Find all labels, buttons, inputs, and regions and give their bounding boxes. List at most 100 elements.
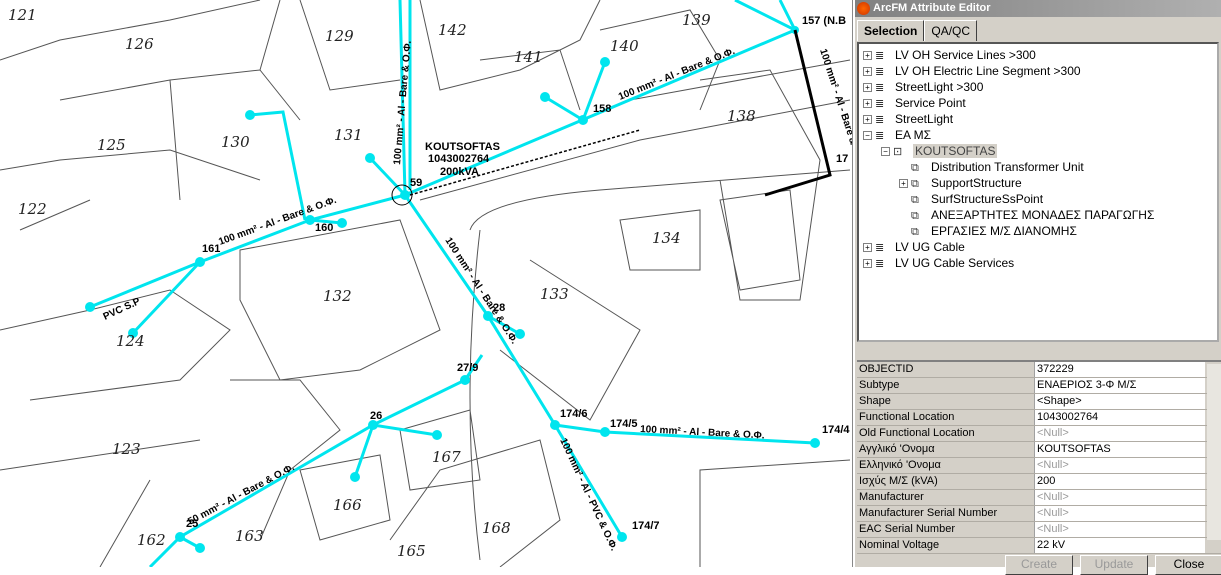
tree-node-label: ΕΡΓΑΣΙΕΣ Μ/Σ ΔΙΑΝΟΜΗΣ (931, 224, 1077, 238)
parcel-number: 132 (323, 287, 352, 305)
tree-node[interactable]: + ≣ StreetLight >300 (859, 79, 1217, 95)
attribute-value[interactable]: 372229 (1035, 362, 1205, 377)
poles (85, 26, 820, 553)
map-canvas[interactable]: 121 126 129 142 139 140 141 125 130 131 138 122 134 1… (0, 0, 853, 567)
tree-node-label: Distribution Transformer Unit (931, 160, 1084, 174)
parcel-number: 167 (432, 448, 461, 466)
parcel-number: 168 (482, 519, 511, 537)
attribute-row: Ισχύς Μ/Σ (kVA) 200 (857, 474, 1221, 490)
update-button[interactable]: Update (1080, 555, 1148, 575)
parcel-number: 163 (235, 527, 264, 545)
attribute-value[interactable]: <Null> (1035, 490, 1205, 505)
transformer-name: KOUTSOFTAS (425, 141, 500, 153)
layer-icon: ≣ (875, 81, 885, 94)
tree-node-label: StreetLight >300 (895, 80, 984, 94)
collapse-icon[interactable]: − (863, 131, 872, 141)
attribute-row: Shape <Shape> (857, 394, 1221, 410)
tree-node[interactable]: + ≣ LV UG Cable Services (859, 255, 1217, 271)
parcel-number: 129 (325, 27, 354, 45)
expand-icon[interactable]: + (863, 67, 872, 77)
relationship-icon: ⧉ (911, 177, 919, 190)
parcel-number: 131 (334, 126, 363, 144)
attribute-value[interactable]: <Null> (1035, 426, 1205, 441)
attribute-editor-panel: ArcFM Attribute Editor Selection QA/QC + ≣… (855, 0, 1221, 575)
tree-node-label: ΑΝΕΞΑΡΤΗΤΕΣ ΜΟΝΑΔΕΣ ΠΑΡΑΓΩΓΗΣ (931, 208, 1155, 222)
attribute-grid[interactable]: OBJECTID 372229 Subtype ΕΝΑΕΡΙΟΣ 3-Φ Μ/Σ Sha… (857, 360, 1221, 554)
tree-node[interactable]: + ⧉ SupportStructure (859, 175, 1217, 191)
pole-label: 174/4 (822, 424, 850, 436)
collapse-icon[interactable]: − (881, 147, 890, 157)
line-label: 100 mm² - Al - PVC & O.Φ. (557, 437, 619, 553)
tree-node[interactable]: ⧉ ΑΝΕΞΑΡΤΗΤΕΣ ΜΟΝΑΔΕΣ ΠΑΡΑΓΩΓΗΣ (859, 207, 1217, 223)
attribute-row: OBJECTID 372229 (857, 362, 1221, 378)
parcel-number: 140 (610, 37, 639, 55)
pole-label: 160 (315, 222, 333, 234)
attribute-value[interactable]: <Null> (1035, 522, 1205, 537)
attribute-name: Manufacturer (857, 490, 1035, 505)
parcel-number: 124 (116, 332, 145, 350)
pole-label: 161 (202, 243, 220, 255)
pole-label: 27/9 (457, 362, 478, 374)
tree-node-label: LV OH Service Lines >300 (895, 48, 1036, 62)
tree-node-label: SurfStructureSsPoint (931, 192, 1044, 206)
tree-node[interactable]: ⧉ SurfStructureSsPoint (859, 191, 1217, 207)
parcel-number: 138 (727, 107, 756, 125)
tree-node[interactable]: − ≣ ΕΑ ΜΣ (859, 127, 1217, 143)
pole-label: 157 (N.B (802, 15, 846, 27)
parcel-number: 130 (221, 133, 250, 151)
create-button[interactable]: Create (1005, 555, 1073, 575)
tree-node-label: StreetLight (895, 112, 954, 126)
attribute-value[interactable]: ΕΝΑΕΡΙΟΣ 3-Φ Μ/Σ (1035, 378, 1205, 393)
expand-icon[interactable]: + (863, 115, 872, 125)
parcel-number: 123 (112, 440, 141, 458)
tree-node[interactable]: + ≣ LV OH Service Lines >300 (859, 47, 1217, 63)
expand-icon[interactable]: + (863, 99, 872, 109)
attribute-value[interactable]: <Null> (1035, 458, 1205, 473)
tree-node[interactable]: + ≣ LV OH Electric Line Segment >300 (859, 63, 1217, 79)
tree-node[interactable]: + ≣ StreetLight (859, 111, 1217, 127)
layer-icon: ≣ (875, 49, 885, 62)
attribute-scrollbar[interactable] (1207, 364, 1221, 540)
attribute-row: Ελληνικό 'Ονομα <Null> (857, 458, 1221, 474)
layer-icon: ≣ (875, 97, 885, 110)
panel-title: ArcFM Attribute Editor (873, 2, 991, 14)
close-button[interactable]: Close (1155, 555, 1221, 575)
tree-node[interactable]: + ≣ LV UG Cable (859, 239, 1217, 255)
attribute-value[interactable]: 22 kV (1035, 538, 1205, 553)
selection-tree[interactable]: + ≣ LV OH Service Lines >300 + ≣ LV OH Electr… (857, 42, 1219, 342)
tree-node[interactable]: ⧉ Distribution Transformer Unit (859, 159, 1217, 175)
expand-icon[interactable]: + (863, 51, 872, 61)
attribute-value[interactable]: 200 (1035, 474, 1205, 489)
tab-selection[interactable]: Selection (857, 20, 925, 41)
expand-icon[interactable]: + (863, 243, 872, 253)
attribute-value[interactable]: 1043002764 (1035, 410, 1205, 425)
attribute-name: Nominal Voltage (857, 538, 1035, 553)
parcel-number: 162 (137, 531, 166, 549)
tree-node[interactable]: ⧉ ΕΡΓΑΣΙΕΣ Μ/Σ ΔΙΑΝΟΜΗΣ (859, 223, 1217, 239)
parcel-number: 126 (125, 35, 154, 53)
line-label: 50 mm² - Al - Bare & O.Φ. (186, 462, 296, 528)
pole-label: 26 (370, 410, 382, 422)
pole-label: 59 (410, 177, 422, 189)
attribute-name: Ισχύς Μ/Σ (kVA) (857, 474, 1035, 489)
expand-icon[interactable]: + (863, 259, 872, 269)
attribute-value[interactable]: KOUTSOFTAS (1035, 442, 1205, 457)
tree-node[interactable]: − ⊡ KOUTSOFTAS (859, 143, 1217, 159)
attribute-row: Αγγλικό 'Ονομα KOUTSOFTAS (857, 442, 1221, 458)
tree-node[interactable]: + ≣ Service Point (859, 95, 1217, 111)
expand-icon[interactable]: + (899, 179, 908, 189)
lv-lines (89, 0, 816, 567)
tree-node-label: SupportStructure (931, 176, 1022, 190)
expand-icon[interactable]: + (863, 83, 872, 93)
title-bar: ArcFM Attribute Editor (855, 0, 1221, 17)
parcel-number: 121 (8, 6, 37, 24)
attribute-value[interactable]: <Null> (1035, 506, 1205, 521)
attribute-value[interactable]: <Shape> (1035, 394, 1205, 409)
tab-qaqc[interactable]: QA/QC (924, 20, 978, 41)
attribute-row: Subtype ΕΝΑΕΡΙΟΣ 3-Φ Μ/Σ (857, 378, 1221, 394)
attribute-name: Old Functional Location (857, 426, 1035, 441)
attribute-row: Manufacturer Serial Number <Null> (857, 506, 1221, 522)
transformer-power: 200kVA (440, 166, 479, 178)
attribute-name: Shape (857, 394, 1035, 409)
attribute-name: Functional Location (857, 410, 1035, 425)
